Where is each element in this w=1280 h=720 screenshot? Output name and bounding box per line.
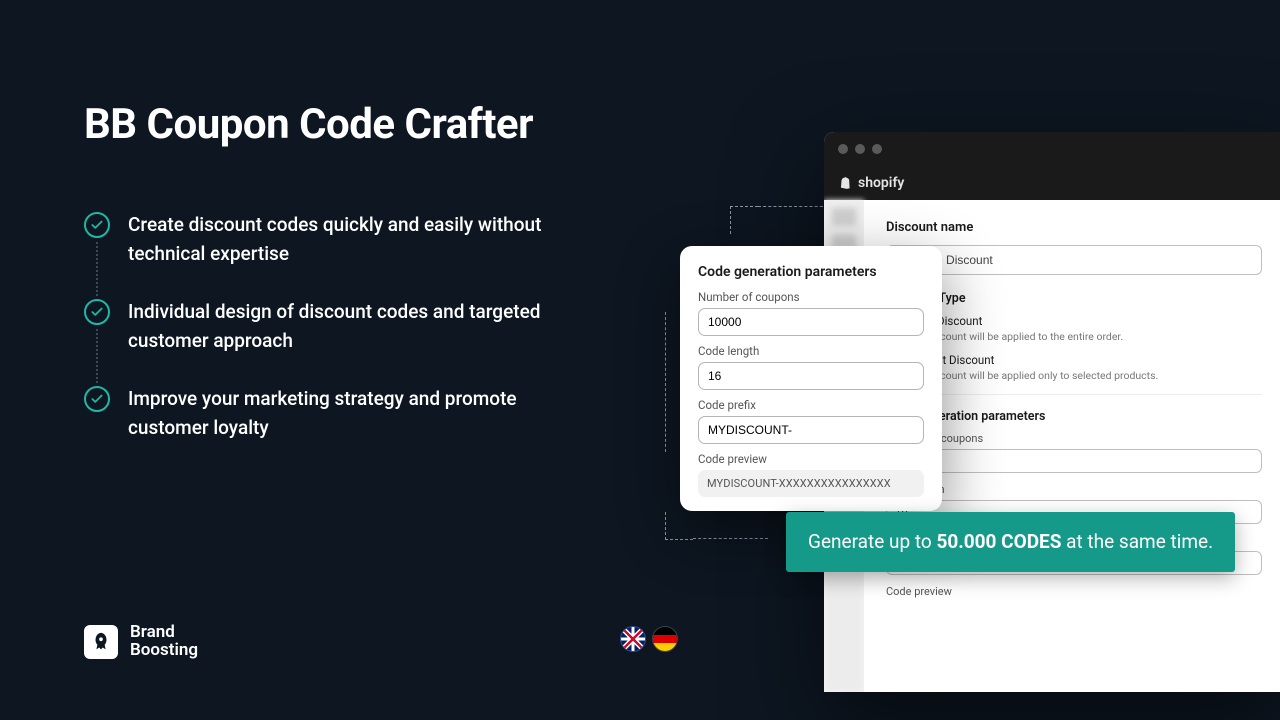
feature-text: Individual design of discount codes and … [128, 297, 564, 356]
radio-order-discount[interactable]: Order Discount [886, 314, 1262, 328]
connector-line [96, 242, 98, 296]
num-coupons-label: Number of coupons [698, 290, 924, 304]
brand-name: Brand Boosting [130, 624, 198, 660]
window-controls [838, 144, 882, 154]
flag-de-icon [652, 626, 678, 652]
code-length-label-large: Code length [886, 483, 1262, 496]
window-dot-icon [872, 144, 882, 154]
flag-uk-icon [620, 626, 646, 652]
dashed-connector [665, 512, 693, 540]
code-length-label: Code length [698, 344, 924, 358]
feature-list: Create discount codes quickly and easily… [84, 210, 564, 471]
dashed-connector [665, 312, 666, 452]
radio-product-discount[interactable]: Product Discount [886, 353, 1262, 367]
params-popup: Code generation parameters Number of cou… [680, 246, 942, 511]
language-flags [620, 626, 678, 652]
shopify-header: shopify [824, 166, 1280, 200]
code-preview-label-large: Code preview [886, 585, 1262, 598]
num-coupons-label-large: Number of coupons [886, 432, 1262, 445]
dashed-connector [693, 538, 768, 539]
code-preview-label: Code preview [698, 452, 924, 466]
popup-heading: Code generation parameters [698, 264, 924, 280]
num-coupons-field[interactable] [698, 308, 924, 336]
connector-line [96, 329, 98, 383]
code-preview-value: MYDISCOUNT-XXXXXXXXXXXXXXXX [698, 470, 924, 497]
code-length-field[interactable] [698, 362, 924, 390]
brand-line2: Boosting [130, 642, 198, 660]
callout-pre: Generate up to [808, 530, 936, 553]
code-prefix-label: Code prefix [698, 398, 924, 412]
feature-item: Individual design of discount codes and … [84, 297, 564, 356]
brand-logo: Brand Boosting [84, 624, 198, 660]
callout-post: at the same time. [1061, 530, 1213, 553]
check-icon [84, 212, 110, 238]
radio-product-desc: The discount will be applied only to sel… [906, 369, 1262, 382]
dashed-connector [730, 206, 758, 234]
discount-name-field[interactable] [886, 245, 1262, 275]
shopify-icon [838, 175, 852, 191]
dashed-connector [758, 206, 828, 207]
callout-bold: 50.000 CODES [936, 530, 1061, 553]
rocket-icon [84, 625, 118, 659]
window-dot-icon [838, 144, 848, 154]
window-titlebar [824, 132, 1280, 166]
feature-text: Create discount codes quickly and easily… [128, 210, 564, 269]
window-dot-icon [855, 144, 865, 154]
check-icon [84, 299, 110, 325]
discount-type-label: Discount Type [886, 291, 1262, 306]
feature-item: Create discount codes quickly and easily… [84, 210, 564, 269]
code-prefix-field[interactable] [698, 416, 924, 444]
page-title: BB Coupon Code Crafter [84, 100, 533, 149]
num-coupons-field-large[interactable] [886, 449, 1262, 473]
params-heading-large: Code generation parameters [886, 409, 1262, 424]
check-icon [84, 386, 110, 412]
shopify-label: shopify [858, 175, 904, 191]
feature-item: Improve your marketing strategy and prom… [84, 384, 564, 443]
radio-order-desc: The discount will be applied to the enti… [906, 330, 1262, 343]
discount-name-label: Discount name [886, 220, 1262, 235]
callout-banner: Generate up to 50.000 CODES at the same … [786, 512, 1235, 572]
feature-text: Improve your marketing strategy and prom… [128, 384, 564, 443]
